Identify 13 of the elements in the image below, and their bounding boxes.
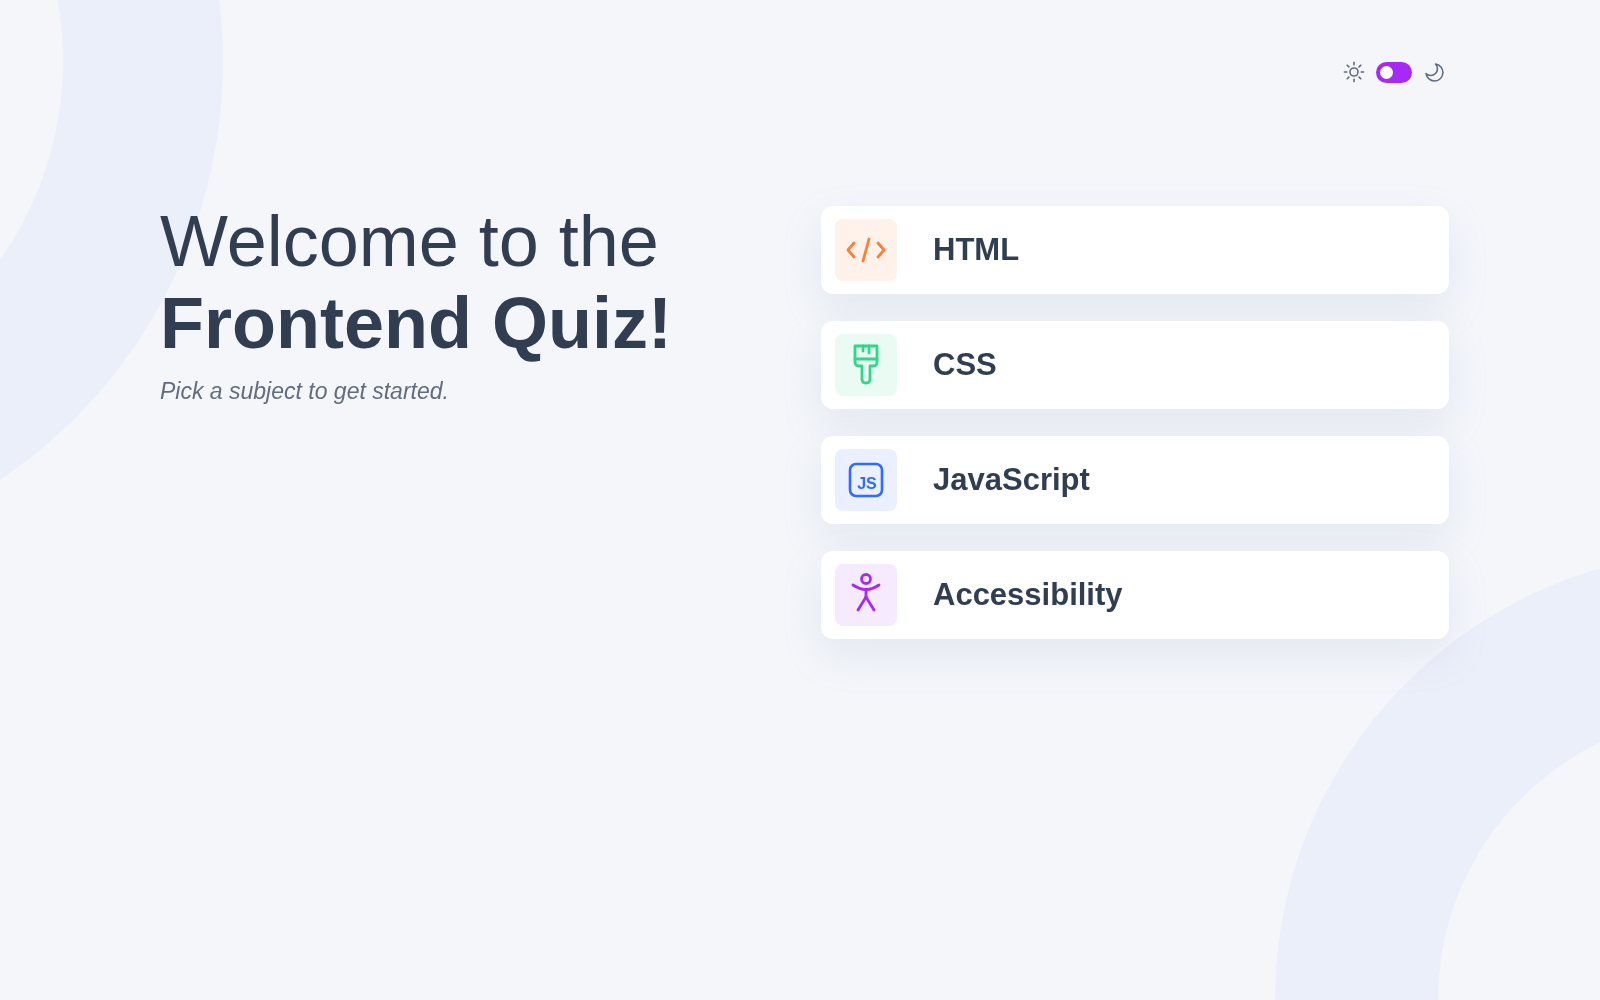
- welcome-heading: Welcome to the Frontend Quiz!: [160, 200, 673, 364]
- paintbrush-icon: [835, 334, 897, 396]
- subject-button[interactable]: JS JavaScript: [821, 436, 1449, 524]
- subject-button[interactable]: CSS: [821, 321, 1449, 409]
- js-icon: JS: [835, 449, 897, 511]
- sun-icon: [1342, 60, 1366, 84]
- code-icon: [835, 219, 897, 281]
- person-icon: [835, 564, 897, 626]
- subject-button[interactable]: Accessibility: [821, 551, 1449, 639]
- subtitle: Pick a subject to get started.: [160, 377, 450, 406]
- theme-toggle-switch[interactable]: [1376, 61, 1412, 83]
- moon-icon: [1422, 60, 1446, 84]
- subject-button[interactable]: HTML: [821, 206, 1449, 294]
